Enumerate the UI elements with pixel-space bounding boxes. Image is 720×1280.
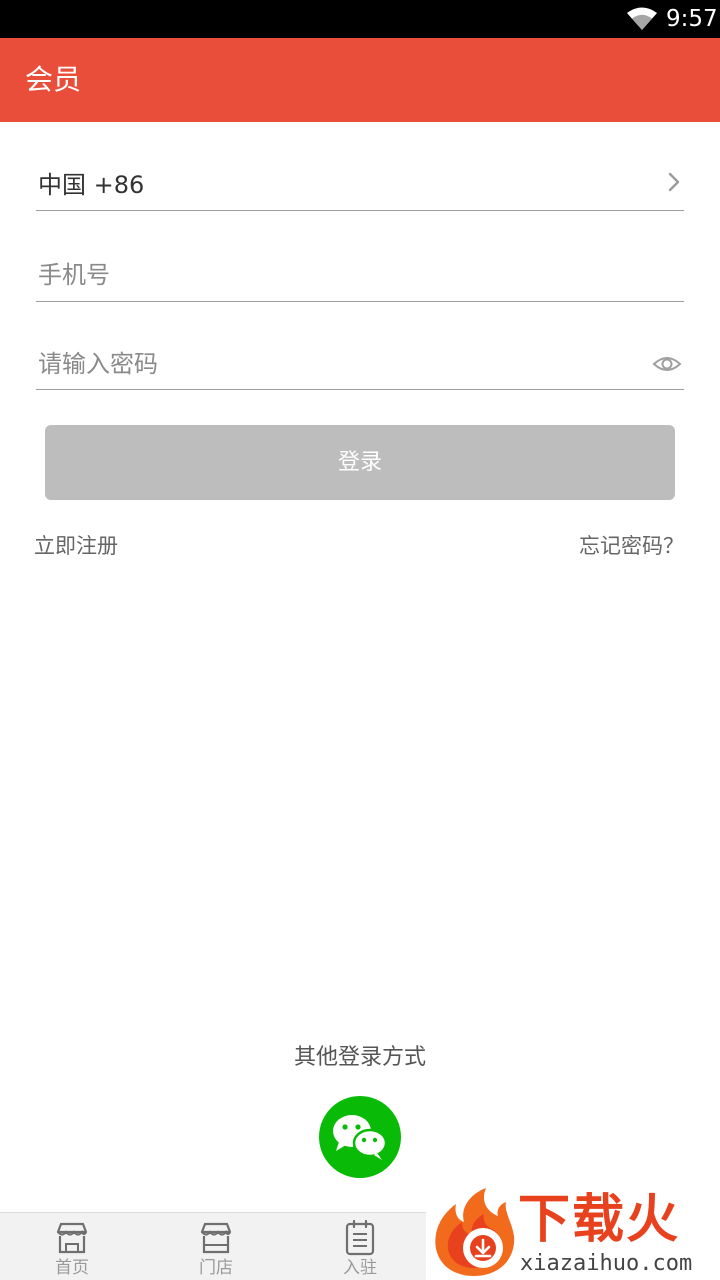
wifi-icon (627, 7, 657, 30)
password-input[interactable]: 请输入密码 (36, 338, 684, 390)
shop-awning-icon (200, 1222, 232, 1254)
login-button[interactable]: 登录 (45, 425, 675, 500)
app-bar: 会员 (0, 38, 720, 122)
forgot-password-link[interactable]: 忘记密码？ (579, 530, 684, 562)
watermark-logo: 下载火 xiazaihuo.com (426, 1186, 720, 1280)
nav-item-store[interactable]: 门店 (166, 1213, 266, 1280)
wechat-icon (333, 1115, 388, 1160)
wechat-login-button[interactable] (319, 1096, 401, 1178)
watermark-subtitle: xiazaihuo.com (520, 1251, 693, 1276)
country-code-value: 中国 +86 (38, 171, 145, 199)
clipboard-icon (345, 1219, 375, 1256)
flame-logo-icon (435, 1188, 515, 1276)
phone-input[interactable]: 手机号 (36, 250, 684, 302)
other-login-label: 其他登录方式 (293, 1045, 426, 1070)
nav-label-join: 入驻 (343, 1258, 377, 1278)
nav-item-join[interactable]: 入驻 (310, 1213, 410, 1280)
page-title: 会员 (25, 63, 82, 96)
status-bar: 9:57 (0, 0, 720, 38)
password-placeholder: 请输入密码 (38, 350, 158, 378)
watermark-title: 下载火 (518, 1190, 681, 1250)
store-front-icon (56, 1222, 88, 1254)
chevron-right-icon (668, 172, 680, 192)
nav-label-store: 门店 (199, 1258, 233, 1278)
country-code-selector[interactable]: 中国 +86 (36, 160, 684, 211)
status-time: 9:57 (666, 6, 718, 32)
eye-icon[interactable] (652, 350, 682, 378)
nav-item-home[interactable]: 首页 (22, 1213, 122, 1280)
nav-label-home: 首页 (55, 1258, 89, 1278)
phone-placeholder: 手机号 (38, 261, 110, 289)
register-link[interactable]: 立即注册 (34, 530, 118, 562)
